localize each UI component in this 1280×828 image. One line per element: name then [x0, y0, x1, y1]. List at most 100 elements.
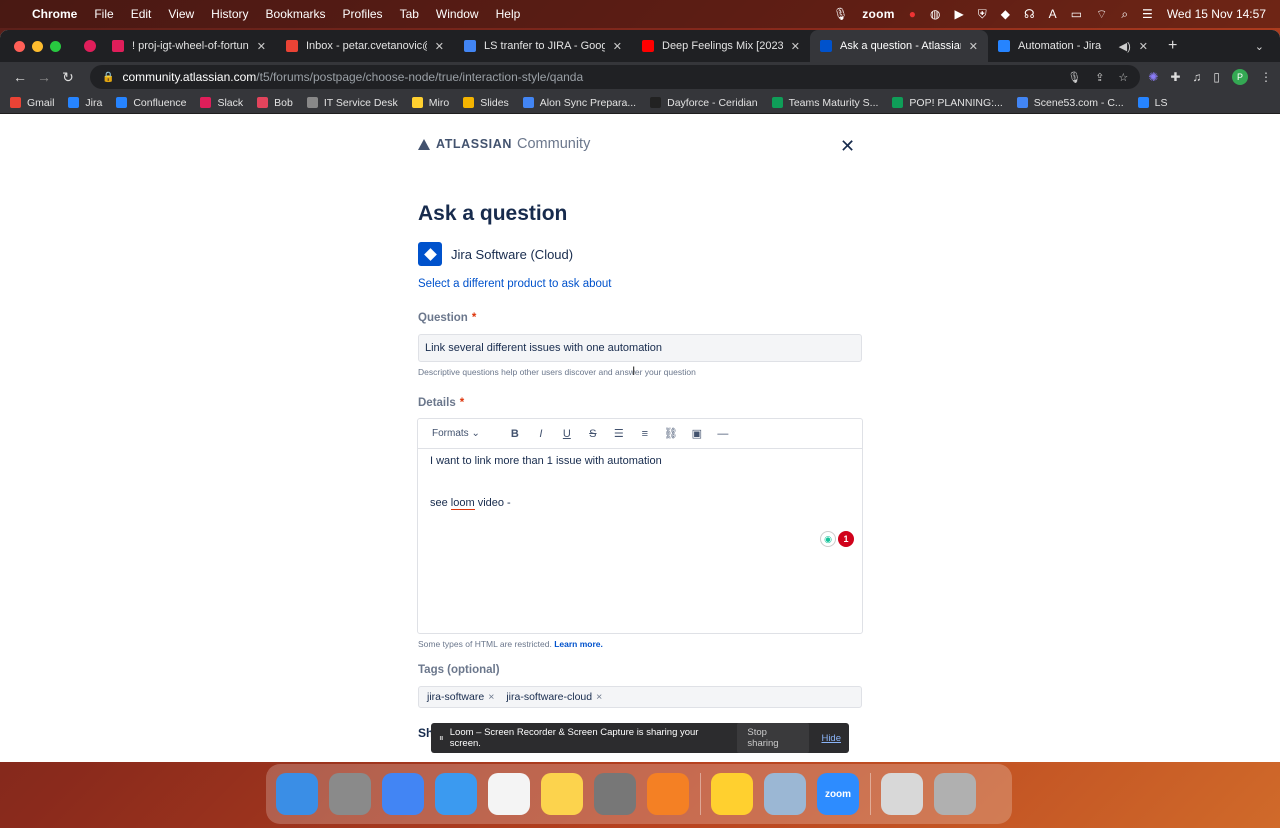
trash-icon[interactable]	[934, 773, 976, 815]
select-different-product-link[interactable]: Select a different product to ask about	[418, 278, 612, 290]
media-icon[interactable]: ♫	[1192, 70, 1201, 84]
tab-close-icon[interactable]: ✕	[257, 40, 266, 53]
voice-search-icon[interactable]: 🎙	[1067, 71, 1081, 84]
tags-input[interactable]: jira-software × jira-software-cloud ×	[418, 686, 862, 708]
atlassian-community-logo[interactable]: ATLASSIAN Community	[418, 136, 590, 152]
menu-help[interactable]: Help	[496, 7, 521, 21]
italic-button[interactable]: I	[528, 428, 554, 440]
bookmark-item[interactable]: Confluence	[116, 97, 186, 109]
launchpad-icon[interactable]	[329, 773, 371, 815]
address-bar[interactable]: 🔒 community.atlassian.com /t5/forums/pos…	[90, 65, 1141, 89]
strikethrough-button[interactable]: S	[580, 428, 606, 440]
underline-button[interactable]: U	[554, 428, 580, 440]
image-icon[interactable]: ▣	[684, 427, 710, 440]
bookmark-item[interactable]: Scene53.com - C...	[1016, 97, 1124, 109]
bookmark-item[interactable]: Miro	[411, 97, 449, 109]
bookmark-star-icon[interactable]: ☆	[1118, 71, 1128, 84]
forward-button[interactable]: →	[32, 69, 56, 85]
bold-button[interactable]: B	[502, 428, 528, 440]
tab-close-icon[interactable]: ✕	[613, 40, 622, 53]
chrome-menu-icon[interactable]: ⋮	[1260, 70, 1272, 84]
side-panel-icon[interactable]: ▯	[1213, 70, 1220, 84]
question-input[interactable]: Link several different issues with one a…	[418, 334, 862, 362]
control-center-icon[interactable]: ☰	[1142, 7, 1153, 21]
extensions-puzzle-icon[interactable]: ✚	[1170, 70, 1180, 84]
mail-icon[interactable]	[435, 773, 477, 815]
remove-tag-icon[interactable]: ×	[596, 691, 602, 703]
lock-icon[interactable]: 🔒	[102, 72, 114, 83]
microphone-icon[interactable]: 🎙	[833, 7, 848, 21]
fullscreen-window-button[interactable]	[50, 40, 61, 52]
horizontal-rule-icon[interactable]: —	[710, 428, 736, 440]
numbered-list-icon[interactable]: ≡	[632, 428, 658, 440]
formats-dropdown[interactable]: Formats ⌄	[432, 428, 480, 439]
new-tab-button[interactable]: +	[1168, 37, 1177, 55]
tab-close-icon[interactable]: ✕	[969, 40, 978, 53]
record-icon[interactable]: ●	[909, 7, 916, 21]
shield-icon[interactable]: ⛨	[978, 7, 987, 22]
tab-close-icon[interactable]: ✕	[1139, 40, 1148, 53]
globe-icon[interactable]: ◍	[930, 7, 940, 21]
bookmark-item[interactable]: Alon Sync Prepara...	[522, 97, 636, 109]
tab-youtube[interactable]: Deep Feelings Mix [2023] - D ✕	[632, 30, 810, 62]
bookmark-item[interactable]: Jira	[68, 97, 102, 109]
menu-tab[interactable]: Tab	[400, 7, 419, 21]
reload-button[interactable]: ↻	[56, 69, 80, 86]
profile-avatar[interactable]: P	[1232, 69, 1248, 85]
grammarly-bulb-icon[interactable]: ◉	[820, 531, 836, 547]
extension-icon[interactable]: ◆	[1001, 7, 1010, 21]
zoom-icon[interactable]: zoom	[817, 773, 859, 815]
grammarly-widget[interactable]: ◉ 1	[820, 529, 856, 549]
bookmark-item[interactable]: Slides	[463, 97, 509, 109]
tab-jira-automation[interactable]: Automation - Jira ◀) ✕	[988, 30, 1158, 62]
tab-slack[interactable]: ! proj-igt-wheel-of-fortune-a ✕	[102, 30, 276, 62]
close-icon[interactable]: ✕	[840, 136, 855, 157]
datetime[interactable]: Wed 15 Nov 14:57	[1167, 7, 1266, 21]
miro-icon[interactable]	[711, 773, 753, 815]
headphones-icon[interactable]: ☊	[1024, 7, 1035, 21]
bookmark-item[interactable]: Slack	[200, 97, 243, 109]
keyboard-input-icon[interactable]: A	[1049, 7, 1057, 21]
chrome-icon[interactable]	[382, 773, 424, 815]
grammarly-count-badge[interactable]: 1	[838, 531, 854, 547]
zoom-status[interactable]: zoom	[862, 7, 895, 21]
speaker-icon[interactable]: ◀)	[1119, 40, 1131, 53]
menu-window[interactable]: Window	[436, 7, 479, 21]
downloads-stack-icon[interactable]	[881, 773, 923, 815]
menu-edit[interactable]: Edit	[131, 7, 152, 21]
wifi-icon[interactable]: ⌔	[1096, 7, 1107, 22]
bookmark-item[interactable]: LS	[1137, 97, 1168, 109]
minimize-window-button[interactable]	[32, 40, 43, 52]
bookmark-item[interactable]: IT Service Desk	[306, 97, 398, 109]
details-textarea[interactable]: I want to link more than 1 issue with au…	[418, 449, 862, 524]
finder-icon[interactable]	[276, 773, 318, 815]
vpn-icon[interactable]	[647, 773, 689, 815]
stop-sharing-button[interactable]: Stop sharing	[737, 723, 810, 753]
tab-gmail[interactable]: Inbox - petar.cvetanovic@pla ✕	[276, 30, 454, 62]
tab-pinned[interactable]	[80, 30, 102, 62]
close-window-button[interactable]	[14, 40, 25, 52]
bookmark-item[interactable]: Gmail	[10, 97, 54, 109]
bookmark-item[interactable]: Dayforce - Ceridian	[650, 97, 758, 109]
menu-profiles[interactable]: Profiles	[343, 7, 383, 21]
notes-icon[interactable]	[541, 773, 583, 815]
tab-search-chevron-icon[interactable]: ⌄	[1255, 40, 1264, 53]
bullet-list-icon[interactable]: ☰	[606, 427, 632, 440]
reminders-icon[interactable]	[488, 773, 530, 815]
bookmark-item[interactable]: Bob	[257, 97, 293, 109]
tab-close-icon[interactable]: ✕	[791, 40, 800, 53]
share-icon[interactable]: ⇪	[1095, 71, 1104, 84]
menu-file[interactable]: File	[94, 7, 113, 21]
system-settings-icon[interactable]	[594, 773, 636, 815]
play-icon[interactable]: ▶	[955, 7, 964, 21]
learn-more-link[interactable]: Learn more.	[554, 639, 603, 649]
menu-view[interactable]: View	[168, 7, 194, 21]
tab-atlassian-active[interactable]: Ask a question - Atlassian Co ✕	[810, 30, 988, 62]
loom-extension-icon[interactable]: ✺	[1148, 70, 1158, 84]
remove-tag-icon[interactable]: ×	[488, 691, 494, 703]
tab-google-docs[interactable]: LS tranfer to JIRA - Google D ✕	[454, 30, 632, 62]
menu-bookmarks[interactable]: Bookmarks	[266, 7, 326, 21]
search-icon[interactable]: ⌕	[1121, 7, 1128, 22]
link-icon[interactable]: ⛓	[658, 427, 684, 440]
bookmark-item[interactable]: Teams Maturity S...	[771, 97, 878, 109]
